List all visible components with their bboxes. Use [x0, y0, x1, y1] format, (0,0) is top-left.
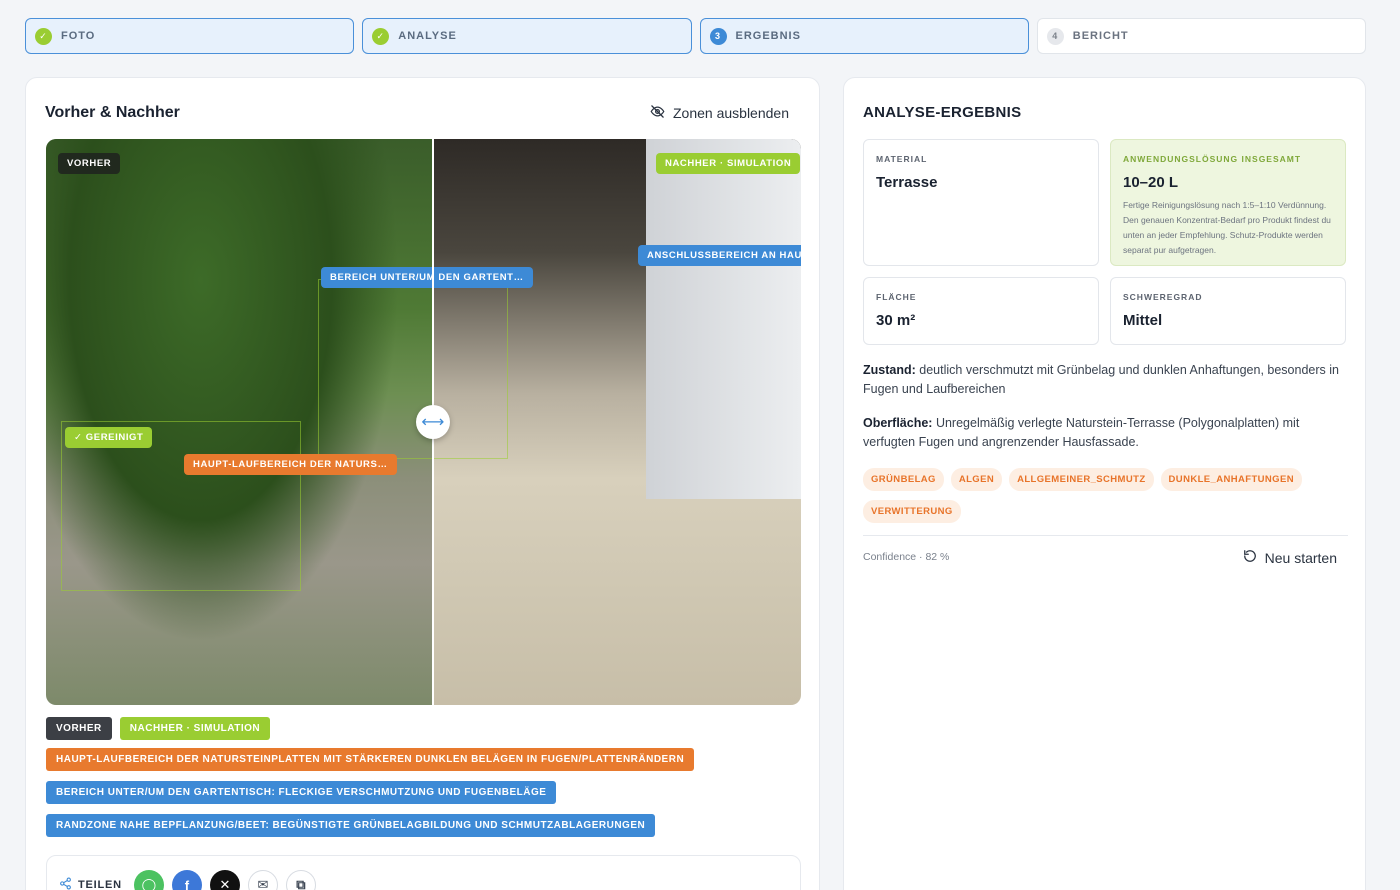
facebook-icon: f	[184, 877, 190, 890]
before-after-slider[interactable]: VORHER NACHHER · SIMULATION BEREICH UNTE…	[46, 139, 801, 705]
chip-algen: ALGEN	[950, 468, 1003, 491]
mail-icon: ✉	[257, 877, 269, 890]
condition-label: Zustand:	[863, 363, 916, 377]
hide-zones-label: Zonen ausblenden	[673, 105, 789, 121]
x-icon: ✕	[219, 877, 231, 890]
area-value: 30 m²	[876, 312, 916, 329]
after-tag: NACHHER · SIMULATION	[656, 153, 801, 174]
hide-zones-button[interactable]: Zonen ausblenden	[650, 104, 789, 122]
copy-icon: ⧉	[296, 877, 306, 890]
whatsapp-share-button[interactable]: ◯	[133, 870, 164, 890]
legend-zone-row: HAUPT-LAUFBEREICH DER NATURSTEINPLATTEN …	[46, 748, 695, 771]
zone-tag-table[interactable]: BEREICH UNTER/UM DEN GARTENT…	[321, 267, 533, 288]
condition-description: Zustand: deutlich verschmutzt mit Grünbe…	[863, 361, 1348, 399]
chip-dunkle-anhaftungen: DUNKLE_ANHAFTUNGEN	[1160, 468, 1302, 491]
step-analyse[interactable]: ✓ ANALYSE	[362, 18, 692, 54]
slider-handle[interactable]: ⟷	[416, 405, 450, 439]
progress-stepper: ✓ FOTO ✓ ANALYSE 3 ERGEBNIS 4 BERICHT	[25, 18, 1366, 54]
legend-zone-row: BEREICH UNTER/UM DEN GARTENTISCH: FLECKI…	[46, 781, 557, 804]
area-box: FLÄCHE 30 m²	[863, 277, 1099, 345]
legend-tags: VORHER NACHHER · SIMULATION	[46, 717, 271, 740]
zone-tag-wall[interactable]: ANSCHLUSSBEREICH AN HAUSWAN	[638, 245, 801, 266]
step-label: BERICHT	[1072, 30, 1129, 42]
legend-after: NACHHER · SIMULATION	[119, 717, 271, 740]
x-share-button[interactable]: ✕	[209, 870, 240, 890]
share-bar: TEILEN ◯ f ✕ ✉ ⧉	[46, 855, 801, 890]
facebook-share-button[interactable]: f	[171, 870, 202, 890]
surface-description: Oberfläche: Unregelmäßig verlegte Naturs…	[863, 414, 1348, 452]
legend-zone-row: RANDZONE NAHE BEPFLANZUNG/BEET: BEGÜNSTI…	[46, 814, 656, 837]
legend-zone-table: BEREICH UNTER/UM DEN GARTENTISCH: FLECKI…	[46, 781, 557, 804]
legend-zone-edge: RANDZONE NAHE BEPFLANZUNG/BEET: BEGÜNSTI…	[46, 814, 656, 837]
check-icon: ✓	[35, 27, 52, 45]
confidence-score: Confidence · 82 %	[863, 551, 950, 563]
step-label: ANALYSE	[398, 30, 457, 42]
zone-tag-main[interactable]: HAUPT-LAUFBEREICH DER NATURS…	[184, 454, 397, 475]
solution-value: 10–20 L	[1123, 174, 1179, 191]
copy-link-button[interactable]: ⧉	[285, 870, 316, 890]
comparison-title: Vorher & Nachher	[45, 104, 180, 121]
step-label: FOTO	[61, 30, 96, 42]
chip-gruenbelag: GRÜNBELAG	[863, 468, 944, 491]
area-label: FLÄCHE	[876, 292, 917, 302]
zone-outline-table	[318, 279, 508, 459]
surface-label: Oberfläche:	[863, 416, 933, 430]
step-number-badge: 4	[1046, 27, 1064, 45]
step-foto[interactable]: ✓ FOTO	[25, 18, 355, 54]
arrows-horizontal-icon: ⟷	[421, 414, 445, 431]
check-icon: ✓	[372, 27, 390, 45]
condition-text: deutlich verschmutzt mit Grünbelag und d…	[863, 363, 1339, 396]
material-label: MATERIAL	[876, 154, 928, 164]
before-tag: VORHER	[58, 153, 121, 174]
share-icon	[59, 877, 72, 890]
eye-off-icon	[650, 104, 665, 122]
severity-box: SCHWEREGRAD Mittel	[1110, 277, 1346, 345]
refresh-icon	[1243, 549, 1257, 566]
cleaned-tag: ✓ GEREINIGT	[65, 427, 153, 448]
share-label-group: TEILEN	[59, 877, 122, 890]
email-share-button[interactable]: ✉	[247, 870, 278, 890]
legend-before: VORHER	[46, 717, 112, 740]
chip-allgemeiner-schmutz: ALLGEMEINER_SCHMUTZ	[1009, 468, 1154, 491]
comparison-card: Vorher & Nachher Zonen ausblenden VORHER…	[25, 77, 820, 890]
analysis-result-card: ANALYSE-ERGEBNIS MATERIAL Terrasse ANWEN…	[843, 77, 1366, 890]
step-number-badge: 3	[709, 27, 727, 45]
material-box: MATERIAL Terrasse	[863, 139, 1099, 266]
material-value: Terrasse	[876, 174, 938, 191]
severity-value: Mittel	[1123, 312, 1163, 329]
step-ergebnis[interactable]: 3 ERGEBNIS	[699, 18, 1029, 54]
whatsapp-icon: ◯	[141, 877, 157, 890]
severity-label: SCHWEREGRAD	[1123, 292, 1203, 302]
step-label: ERGEBNIS	[735, 30, 801, 42]
share-label: TEILEN	[78, 879, 122, 890]
solution-box: ANWENDUNGSLÖSUNG INSGESAMT 10–20 L Ferti…	[1110, 139, 1346, 266]
step-bericht[interactable]: 4 BERICHT	[1036, 18, 1366, 54]
solution-note: Fertige Reinigungslösung nach 1:5–1:10 V…	[1123, 200, 1331, 255]
legend-zone-main: HAUPT-LAUFBEREICH DER NATURSTEINPLATTEN …	[46, 748, 695, 771]
solution-label: ANWENDUNGSLÖSUNG INSGESAMT	[1123, 154, 1302, 164]
house-wall	[646, 139, 801, 499]
restart-label: Neu starten	[1264, 549, 1337, 566]
contamination-chips: GRÜNBELAG ALGEN ALLGEMEINER_SCHMUTZ DUNK…	[863, 468, 1348, 523]
restart-button[interactable]: Neu starten	[1243, 549, 1337, 566]
divider	[863, 535, 1348, 536]
chip-verwitterung: VERWITTERUNG	[863, 500, 961, 523]
result-title: ANALYSE-ERGEBNIS	[863, 104, 1022, 121]
